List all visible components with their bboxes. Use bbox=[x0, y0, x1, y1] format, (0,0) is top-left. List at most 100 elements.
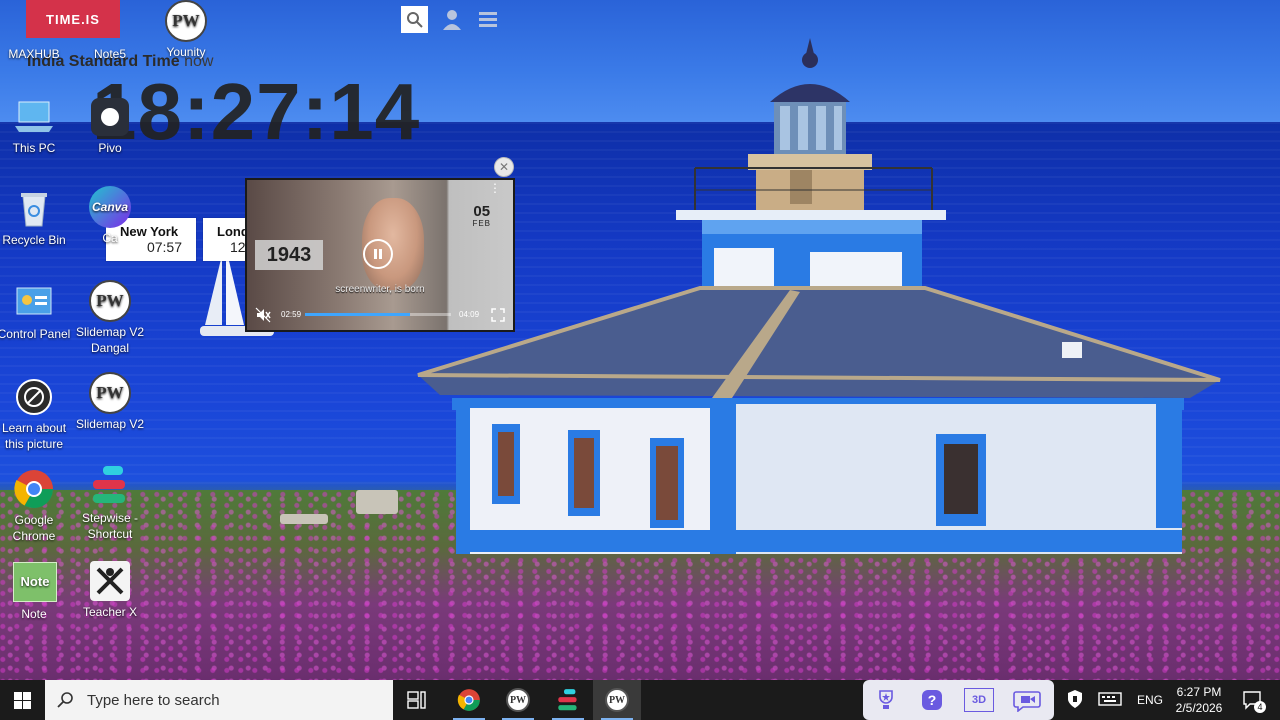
notification-center-button[interactable]: 4 bbox=[1242, 690, 1266, 713]
desktop-icon-this-pc[interactable]: This PC bbox=[0, 96, 72, 156]
task-view-button[interactable] bbox=[393, 680, 441, 720]
stepwise-icon bbox=[558, 689, 577, 711]
language-indicator[interactable]: ENG bbox=[1137, 693, 1163, 707]
camera-info-icon bbox=[13, 376, 55, 418]
task-view-icon bbox=[407, 691, 426, 709]
chrome-icon bbox=[457, 689, 480, 711]
security-shield-icon[interactable] bbox=[1065, 688, 1089, 712]
maxhub-icon bbox=[13, 4, 55, 44]
video-chat-icon[interactable] bbox=[1013, 688, 1043, 713]
more-options-icon[interactable]: ⋮ bbox=[489, 182, 501, 194]
keyboard-icon[interactable] bbox=[1098, 688, 1122, 712]
canva-icon: Canva bbox=[89, 186, 131, 228]
note5-icon bbox=[89, 4, 131, 44]
taskbar-search-box[interactable]: Type here to search bbox=[45, 680, 393, 720]
help-icon[interactable]: ? bbox=[920, 688, 944, 712]
teacher-x-icon bbox=[89, 560, 131, 602]
desktop-icon-stepwise-shortcut[interactable]: Stepwise - Shortcut bbox=[72, 466, 148, 542]
video-current-time: 02:59 bbox=[281, 310, 302, 319]
desktop-icon-label: Slidemap V2 bbox=[75, 417, 145, 431]
taskbar-pw-app[interactable]: PW bbox=[494, 680, 542, 720]
pw-logo-icon: PW bbox=[89, 372, 131, 414]
system-time: 6:27 PM bbox=[1176, 685, 1222, 699]
desktop-icon-pivo[interactable]: Pivo bbox=[72, 96, 148, 156]
computer-icon bbox=[13, 96, 55, 138]
pivo-icon bbox=[89, 96, 131, 138]
chrome-icon bbox=[13, 468, 55, 510]
desktop-icon-younity[interactable]: PW Younity bbox=[148, 0, 224, 60]
city-card-london[interactable]: Lond 12 bbox=[203, 218, 247, 261]
video-controls: 02:59 04:09 bbox=[247, 304, 513, 326]
desktop-icon-canva[interactable]: Canva Ca bbox=[72, 186, 148, 246]
control-panel-icon bbox=[13, 282, 55, 324]
desktop-icon-label: Learn about this picture bbox=[1, 421, 67, 451]
city-time: 07:57 bbox=[146, 239, 182, 255]
video-duration: 04:09 bbox=[459, 310, 480, 319]
desktop-icon-google-chrome[interactable]: Google Chrome bbox=[0, 468, 72, 544]
3d-label: 3D bbox=[964, 688, 994, 712]
video-month: FEB bbox=[472, 219, 491, 228]
system-clock[interactable]: 6:27 PM 2/5/2026 bbox=[1170, 684, 1228, 716]
start-button[interactable] bbox=[0, 680, 44, 720]
desktop-icon-label: Control Panel bbox=[0, 327, 71, 341]
pause-button[interactable] bbox=[363, 239, 393, 269]
desktop-icon-label: Stepwise - Shortcut bbox=[81, 511, 139, 541]
desktop-icon-label: Slidemap V2 Dangal bbox=[75, 325, 145, 355]
desktop-icon-label: Pivo bbox=[98, 141, 122, 155]
trophy-icon[interactable] bbox=[874, 688, 898, 712]
video-player[interactable]: 1943 05 FEB ⋮ screenwriter, is born 02:5… bbox=[247, 180, 513, 330]
timeis-toolbar bbox=[401, 6, 500, 33]
fullscreen-icon bbox=[491, 308, 505, 322]
3d-view-icon[interactable]: 3D bbox=[964, 688, 994, 712]
city-time: 12 bbox=[230, 239, 246, 255]
pw-logo-icon: PW bbox=[165, 0, 207, 42]
pause-icon bbox=[374, 249, 382, 259]
desktop-icon-label: Note5 bbox=[93, 47, 127, 61]
desktop-icon-learn-about-picture[interactable]: Learn about this picture bbox=[0, 376, 72, 452]
video-day: 05 bbox=[473, 203, 491, 220]
video-date-badge: 05 FEB bbox=[472, 204, 491, 228]
search-icon bbox=[57, 692, 73, 708]
taskbar-chrome[interactable] bbox=[445, 680, 493, 720]
desktop-icon-slidemap-v2-dangal[interactable]: PW Slidemap V2 Dangal bbox=[72, 280, 148, 356]
desktop-icon-control-panel[interactable]: Control Panel bbox=[0, 282, 72, 342]
video-progress-fill bbox=[305, 313, 411, 316]
desktop-icon-label: Teacher X bbox=[82, 605, 138, 619]
desktop-icon-label: MAXHUB bbox=[8, 47, 60, 61]
search-placeholder: Type here to search bbox=[87, 691, 220, 709]
search-icon[interactable] bbox=[401, 6, 428, 33]
video-year-badge: 1943 bbox=[255, 240, 323, 270]
taskbar-stepwise[interactable] bbox=[544, 680, 592, 720]
desktop-icon-label: This PC bbox=[12, 141, 56, 155]
wallpaper-bench bbox=[280, 514, 328, 524]
svg-text:?: ? bbox=[928, 692, 937, 708]
video-caption: screenwriter, is born bbox=[335, 284, 425, 295]
desktop-icon-label: Younity bbox=[166, 45, 206, 59]
desktop-icon-maxhub[interactable]: MAXHUB bbox=[0, 4, 72, 62]
desktop-icon-teacher-x[interactable]: Teacher X bbox=[72, 560, 148, 620]
desktop-icon-label: Recycle Bin bbox=[2, 233, 66, 247]
wallpaper-sea-texture bbox=[0, 122, 1280, 522]
desktop-icon-label: Google Chrome bbox=[12, 513, 56, 543]
desktop-icon-note5[interactable]: Note5 bbox=[72, 4, 148, 62]
desktop-icon-slidemap-v2[interactable]: PW Slidemap V2 bbox=[72, 372, 148, 432]
close-video-button[interactable]: ✕ bbox=[494, 157, 514, 177]
widget-tray: ? 3D bbox=[863, 680, 1054, 720]
user-icon[interactable] bbox=[440, 8, 464, 32]
desktop-icon-label: Ca bbox=[102, 231, 118, 245]
wallpaper-flower-field bbox=[0, 490, 1280, 680]
pw-logo-icon: PW bbox=[506, 688, 530, 712]
canva-logo-text: Canva bbox=[89, 186, 131, 228]
pw-logo-icon: PW bbox=[605, 688, 629, 712]
note-app-icon: Note bbox=[13, 562, 57, 604]
close-icon: ✕ bbox=[498, 160, 510, 174]
mute-button[interactable] bbox=[255, 307, 271, 323]
taskbar-pw-app-active[interactable]: PW bbox=[593, 680, 641, 720]
video-progress-bar[interactable] bbox=[305, 313, 451, 316]
fullscreen-button[interactable] bbox=[491, 308, 505, 322]
muted-speaker-icon bbox=[255, 307, 271, 323]
windows-logo-icon bbox=[13, 691, 31, 709]
desktop-icon-recycle-bin[interactable]: Recycle Bin bbox=[0, 188, 72, 248]
desktop-icon-note[interactable]: Note Note bbox=[0, 562, 72, 622]
menu-icon[interactable] bbox=[476, 8, 500, 32]
